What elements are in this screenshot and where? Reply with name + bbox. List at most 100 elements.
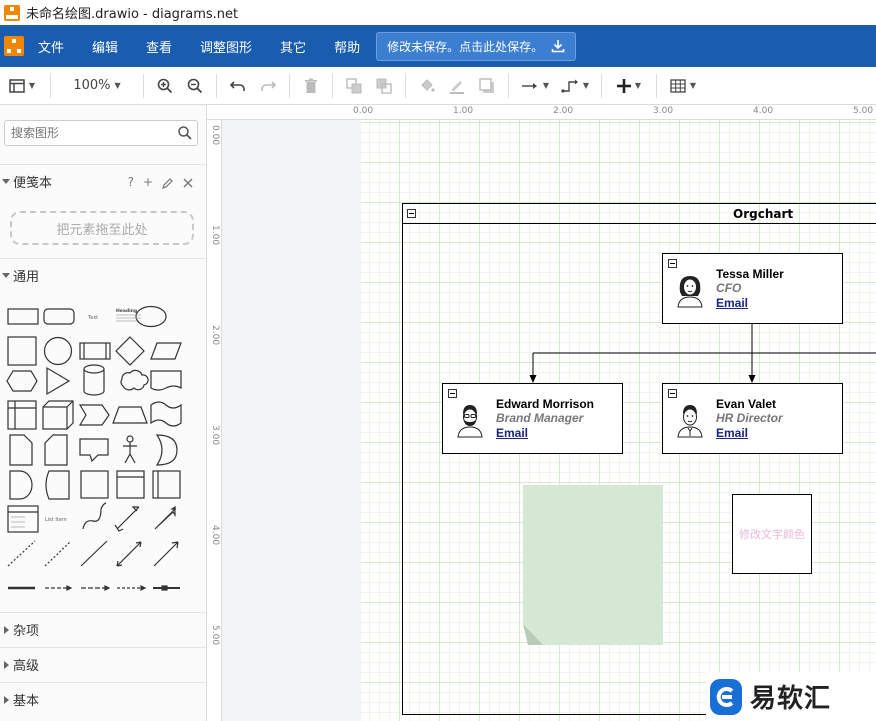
bearded-man-avatar-icon [457, 405, 483, 438]
send-to-back-icon [376, 78, 392, 94]
toolbar-divider [50, 73, 51, 98]
scratchpad-title: 便笺本 [13, 176, 53, 191]
title-bar: 未命名绘图.drawio - diagrams.net [0, 0, 876, 25]
menu-file[interactable]: 文件 [38, 37, 64, 56]
person-role: HR Director [716, 411, 783, 425]
note-fold-corner [523, 624, 543, 645]
collapsed-caret-icon [4, 695, 9, 704]
collapsed-caret-icon [4, 660, 9, 669]
email-link[interactable]: Email [496, 426, 528, 440]
plus-icon [616, 78, 631, 93]
delete-button[interactable] [296, 72, 326, 100]
diagram-canvas[interactable]: 0.00 1.00 2.00 3.00 4.00 5.00 0.00 1.00 … [207, 105, 876, 721]
org-card-evan-valet[interactable]: Evan Valet HR Director Email [662, 383, 843, 454]
collapsed-caret-icon [4, 625, 9, 634]
note-shape[interactable] [523, 485, 663, 645]
misc-section-header[interactable]: 杂项 [0, 612, 206, 646]
collapse-icon[interactable] [668, 389, 677, 398]
panel-toggle-button[interactable]: ▼ [0, 72, 44, 100]
to-back-button[interactable] [369, 72, 399, 100]
save-notice-label: 修改未保存。点击此处保存。 [387, 39, 544, 54]
toolbar-divider [216, 73, 217, 98]
shadow-button[interactable] [472, 72, 502, 100]
arrowhead [529, 375, 537, 383]
general-section-header[interactable]: 通用 [0, 258, 206, 292]
search-icon[interactable] [178, 126, 192, 140]
collapse-icon[interactable] [448, 389, 457, 398]
watermark-logo-icon [710, 678, 742, 715]
pencil-icon [450, 80, 464, 94]
table-button[interactable]: ▼ [663, 72, 703, 100]
general-shapes-palette[interactable]: Text Heading List Item [5, 301, 195, 601]
misc-section-title: 杂项 [13, 624, 40, 639]
download-icon [551, 40, 565, 53]
layout-panel-icon [9, 78, 25, 93]
undo-icon [230, 80, 245, 91]
add-icon[interactable]: + [143, 175, 153, 189]
menu-help[interactable]: 帮助 [334, 37, 360, 56]
shadow-icon [479, 77, 494, 93]
to-front-button[interactable] [339, 72, 369, 100]
general-section-title: 通用 [13, 270, 40, 285]
close-icon[interactable] [183, 178, 193, 188]
list-item-shape-label: List Item [45, 517, 67, 523]
arrow-right-icon [521, 82, 537, 89]
advanced-section-header[interactable]: 高级 [0, 647, 206, 681]
zoom-in-icon [157, 78, 173, 93]
undo-button[interactable] [223, 72, 253, 100]
email-link[interactable]: Email [716, 296, 748, 310]
window-title: 未命名绘图.drawio - diagrams.net [26, 7, 239, 22]
scratchpad-drop-zone[interactable]: 把元素拖至此处 [10, 211, 194, 245]
menu-edit[interactable]: 编辑 [92, 37, 118, 56]
toolbar-divider [332, 73, 333, 98]
scratchpad-header[interactable]: 便笺本 ? + [0, 164, 206, 198]
unsaved-changes-button[interactable]: 修改未保存。点击此处保存。 [376, 31, 577, 61]
waypoints-button[interactable]: ▼ [555, 72, 595, 100]
watermark-text: 易软汇 [750, 684, 832, 714]
person-name: Edward Morrison [496, 397, 595, 411]
bring-to-front-icon [346, 77, 362, 93]
zoom-out-button[interactable] [180, 72, 210, 100]
zoom-in-button[interactable] [150, 72, 180, 100]
toolbar-divider [601, 73, 602, 98]
toolbar-divider [289, 73, 290, 98]
person-role: CFO [716, 281, 742, 295]
redo-icon [261, 80, 276, 91]
collapse-icon[interactable] [668, 259, 677, 268]
heading-shape-label: Heading [116, 308, 137, 314]
edit-pencil-icon[interactable] [162, 177, 174, 189]
female-avatar-icon [677, 276, 703, 308]
person-name: Tessa Miller [716, 267, 784, 281]
expanded-caret-icon [2, 179, 10, 184]
text-box-shape[interactable]: 修改文字颜色 [732, 494, 812, 574]
text-box-label: 修改文字颜色 [739, 528, 805, 541]
org-card-edward-morrison[interactable]: Edward Morrison Brand Manager Email [442, 383, 623, 454]
zoom-select[interactable]: 100% ▼ [57, 72, 137, 100]
org-card-tessa-miller[interactable]: Tessa Miller CFO Email [662, 253, 843, 324]
help-icon[interactable]: ? [128, 175, 134, 189]
person-role: Brand Manager [496, 411, 584, 425]
fill-color-button[interactable] [412, 72, 442, 100]
redo-button[interactable] [253, 72, 283, 100]
elbow-connector-icon [561, 79, 578, 93]
menu-bar: 文件 编辑 查看 调整图形 其它 帮助 修改未保存。点击此处保存。 [0, 25, 876, 67]
shapes-sidebar: 便笺本 ? + 把元素拖至此处 通用 [0, 105, 207, 721]
insert-button[interactable]: ▼ [608, 72, 650, 100]
toolbar-divider [143, 73, 144, 98]
male-avatar-icon [677, 405, 703, 438]
connection-style-button[interactable]: ▼ [515, 72, 555, 100]
toolbar-divider [508, 73, 509, 98]
basic-section-header[interactable]: 基本 [0, 682, 206, 716]
menu-arrange[interactable]: 调整图形 [200, 37, 252, 56]
menu-view[interactable]: 查看 [146, 37, 172, 56]
menu-extras[interactable]: 其它 [280, 37, 306, 56]
toolbar-divider [405, 73, 406, 98]
drawio-app-icon [4, 4, 20, 21]
line-color-button[interactable] [442, 72, 472, 100]
person-name: Evan Valet [716, 397, 777, 411]
shape-search-input[interactable] [5, 121, 175, 145]
basic-section-title: 基本 [13, 694, 40, 709]
shape-search-box [4, 120, 198, 146]
drawio-logo-icon [4, 36, 24, 56]
email-link[interactable]: Email [716, 426, 748, 440]
